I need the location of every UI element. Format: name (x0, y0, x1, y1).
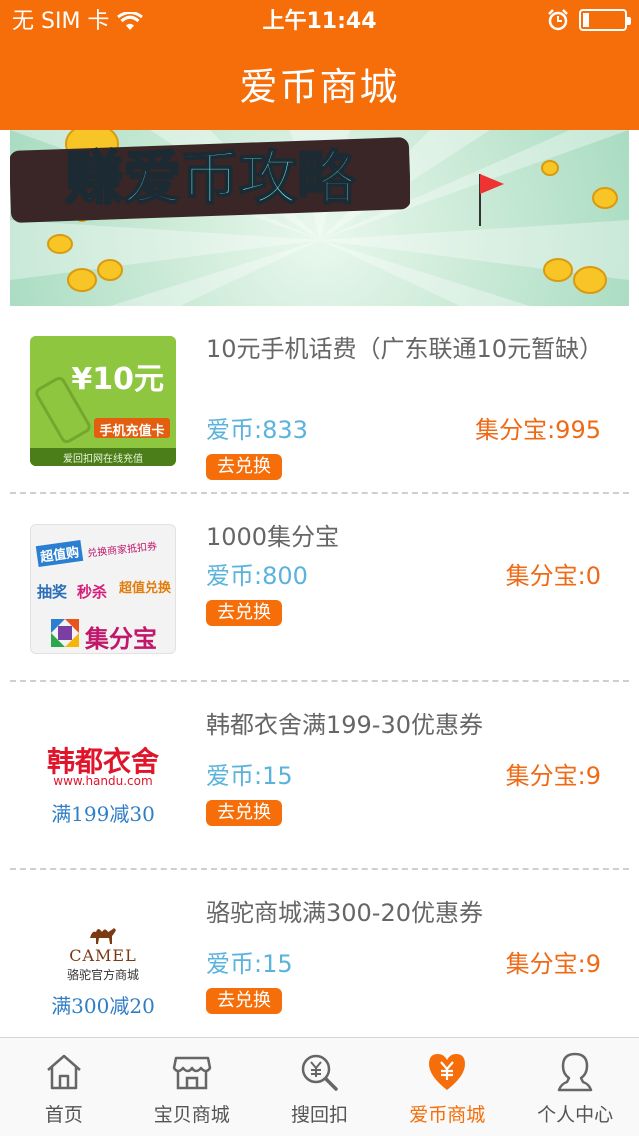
item-coins: 爱币:15 (206, 950, 293, 978)
tab-store[interactable]: 宝贝商城 (128, 1038, 256, 1136)
redeem-button[interactable]: 去兑换 (206, 988, 282, 1014)
camel-logo-icon (90, 928, 116, 944)
tab-bar: 首页 宝贝商城 搜回扣 爱币商城 个人中心 (0, 1037, 639, 1136)
tag-miaosha: 秒杀 (77, 583, 108, 601)
camel-deal: 满300减20 (51, 994, 155, 1018)
tag-duihuan: 兑换商家抵扣券 (86, 541, 158, 560)
nav-bar: 爱币商城 (0, 44, 639, 130)
list-item[interactable]: ¥10元 手机充值卡 爱回扣网在线充值 10元手机话费（广东联通10元暂缺） 爱… (10, 306, 629, 494)
item-name: 骆驼商城满300-20优惠券 (206, 899, 484, 927)
tab-search-rebate[interactable]: 搜回扣 (256, 1038, 384, 1136)
status-right (547, 9, 631, 31)
camel-thumbnail: CAMEL 骆驼官方商城 满300减20 (30, 900, 176, 1030)
status-time: 上午11:44 (262, 9, 377, 34)
jifenbao-logo-icon (51, 619, 79, 647)
redeem-button[interactable]: 去兑换 (206, 454, 282, 480)
tag-choujiang: 抽奖 (37, 583, 68, 601)
alarm-icon (548, 9, 568, 31)
item-name: 10元手机话费（广东联通10元暂缺） (206, 335, 604, 363)
promo-banner[interactable]: 赚爱币攻略 (10, 130, 629, 306)
tab-label: 爱币商城 (409, 1104, 486, 1126)
tab-label: 首页 (44, 1104, 83, 1126)
item-points: 集分宝:9 (505, 950, 601, 978)
item-points: 集分宝:995 (475, 416, 601, 444)
store-icon (172, 1056, 211, 1090)
card-footer: 爱回扣网在线充值 (63, 454, 143, 465)
item-coins: 爱币:833 (206, 416, 308, 444)
tag-chaozhiduihuan: 超值兑换 (119, 581, 172, 596)
list-item[interactable]: 韩都衣舍 www.handu.com 满199减30 韩都衣舍满199-30优惠… (10, 682, 629, 870)
redeem-button[interactable]: 去兑换 (206, 800, 282, 826)
camel-store: 骆驼官方商城 (66, 968, 139, 982)
tab-label: 搜回扣 (290, 1104, 348, 1126)
flag-icon (479, 174, 504, 226)
status-bar: 无 SIM 卡 上午11:44 (0, 0, 639, 44)
redeem-button[interactable]: 去兑换 (206, 600, 282, 626)
item-name: 1000集分宝 (206, 523, 340, 551)
tab-home[interactable]: 首页 (0, 1038, 128, 1136)
tab-label: 个人中心 (537, 1104, 614, 1126)
banner-title-art: 赚爱币攻略 (10, 137, 410, 223)
home-icon (47, 1054, 81, 1090)
product-list: ¥10元 手机充值卡 爱回扣网在线充值 10元手机话费（广东联通10元暂缺） 爱… (10, 306, 629, 1037)
banner-title: 赚爱币攻略 (65, 144, 356, 212)
card-price: ¥10元 (71, 362, 164, 397)
search-yen-icon (302, 1054, 339, 1091)
user-icon (557, 1052, 593, 1092)
tab-profile[interactable]: 个人中心 (511, 1038, 639, 1136)
tab-label: 宝贝商城 (153, 1104, 230, 1126)
heart-yen-icon (429, 1054, 466, 1090)
item-points: 集分宝:9 (505, 762, 601, 790)
phone-card-thumbnail: ¥10元 手机充值卡 爱回扣网在线充值 (30, 336, 176, 466)
item-name: 韩都衣舍满199-30优惠券 (206, 711, 484, 739)
handu-thumbnail: 韩都衣舍 www.handu.com 满199减30 (30, 712, 176, 842)
list-item[interactable]: CAMEL 骆驼官方商城 满300减20 骆驼商城满300-20优惠券 爱币:1… (10, 870, 629, 1037)
page-title: 爱币商城 (239, 65, 400, 109)
tab-coin-mall[interactable]: 爱币商城 (383, 1038, 511, 1136)
battery-icon (579, 9, 631, 31)
jifenbao-brand: 集分宝 (85, 625, 157, 653)
item-points: 集分宝:0 (505, 562, 601, 590)
item-coins: 爱币:15 (206, 762, 293, 790)
camel-brand: CAMEL (69, 946, 137, 965)
card-label: 手机充值卡 (99, 424, 165, 439)
handu-url: www.handu.com (53, 774, 153, 788)
list-item[interactable]: 超值购 兑换商家抵扣券 抽奖 秒杀 超值兑换 集分宝 1000集分宝 爱币:80… (10, 494, 629, 682)
tag-chaozhigou: 超值购 (35, 539, 84, 568)
jifenbao-thumbnail: 超值购 兑换商家抵扣券 抽奖 秒杀 超值兑换 集分宝 (30, 524, 176, 654)
item-coins: 爱币:800 (206, 562, 308, 590)
handu-deal: 满199减30 (51, 802, 155, 826)
